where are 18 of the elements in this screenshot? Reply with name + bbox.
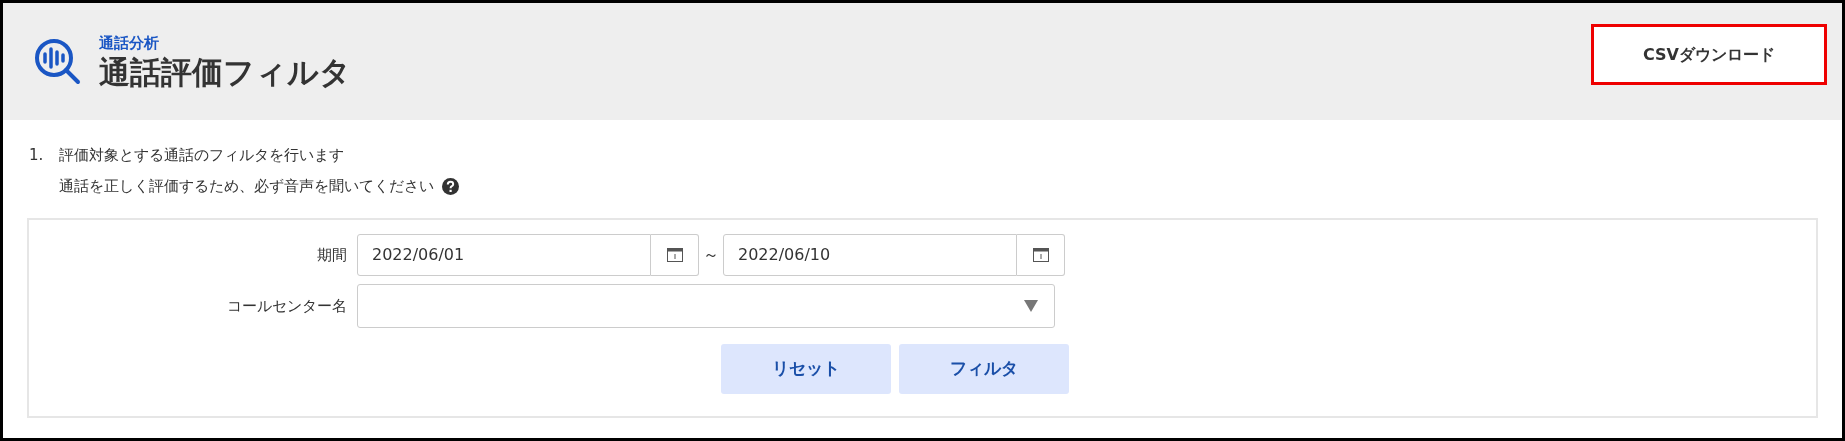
step-number: 1.: [29, 145, 45, 166]
section-label: 通話分析: [99, 32, 160, 54]
voice-search-icon: [33, 36, 83, 87]
filter-button[interactable]: フィルタ: [899, 344, 1069, 394]
period-label: 期間: [317, 245, 347, 264]
calendar-icon[interactable]: [1032, 248, 1049, 262]
call-center-label: コールセンター名: [227, 296, 347, 315]
csv-download-button[interactable]: CSVダウンロード: [1591, 24, 1827, 85]
start-date-field[interactable]: 2022/06/01: [357, 234, 651, 276]
calendar-icon[interactable]: [666, 248, 683, 262]
end-date-field[interactable]: 2022/06/10: [723, 234, 1017, 276]
range-separator: ～: [702, 244, 720, 266]
help-icon[interactable]: [442, 178, 459, 195]
instruction-text: 通話を正しく評価するため、必ず音声を聞いてください: [59, 176, 434, 197]
page-title: 通話評価フィルタ: [99, 54, 351, 92]
instruction-text: 評価対象とする通話のフィルタを行います: [59, 145, 345, 166]
reset-button[interactable]: リセット: [721, 344, 891, 394]
dropdown-caret-icon: [1024, 300, 1038, 312]
